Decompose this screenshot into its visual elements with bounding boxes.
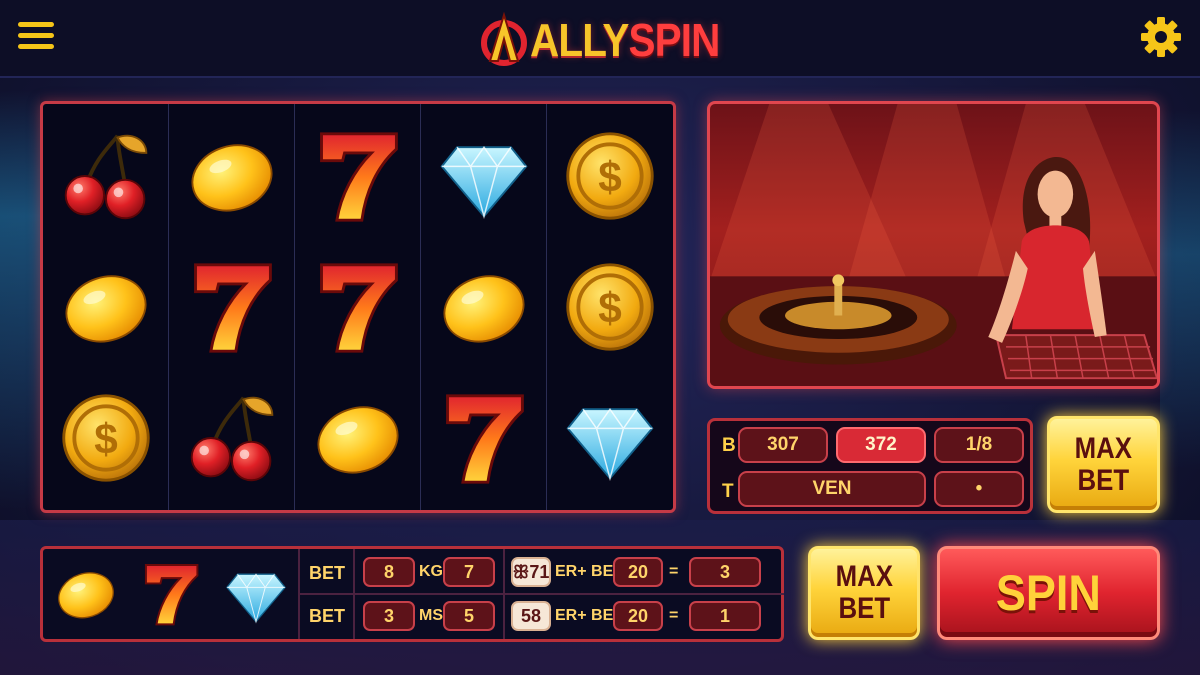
lemon-symbol	[434, 257, 534, 357]
coin-symbol	[560, 257, 660, 357]
reel-1	[43, 104, 169, 510]
paytable-row1-c[interactable]: ꕥ71	[511, 557, 551, 587]
coin-symbol	[56, 388, 156, 488]
paytable-symbols	[43, 549, 298, 639]
reel-5	[547, 104, 673, 510]
spin-button[interactable]: SPIN	[937, 546, 1160, 640]
coin-icon	[562, 128, 658, 224]
max-bet-button[interactable]: MAX BET	[1047, 416, 1160, 513]
spin-button-label: SPIN	[995, 565, 1102, 621]
bet-extra-field[interactable]: •	[934, 471, 1024, 507]
cherry-icon	[58, 128, 154, 224]
bet-value-1[interactable]: 307	[738, 427, 828, 463]
cherry-symbol	[56, 126, 156, 226]
paytable-row2-result[interactable]: 1	[689, 601, 761, 631]
lemon-icon	[184, 128, 280, 224]
paytable-row1-eq: =	[669, 563, 679, 580]
background-neon-left	[0, 90, 40, 510]
diamond-icon	[562, 390, 658, 486]
diamond-symbol	[434, 126, 534, 226]
lemon-icon	[310, 390, 406, 486]
seven-icon	[138, 561, 204, 627]
logo: ALLYSPIN	[478, 10, 745, 70]
seven-icon	[310, 259, 406, 355]
diamond-symbol	[560, 388, 660, 488]
live-dealer-view[interactable]	[707, 101, 1160, 389]
row1-label: B	[722, 435, 736, 456]
seven-symbol	[434, 388, 534, 488]
lemon-symbol	[56, 257, 156, 357]
seven-icon	[184, 259, 280, 355]
row2-label: T	[722, 481, 734, 502]
lemon-symbol	[182, 126, 282, 226]
diamond-icon	[223, 561, 289, 627]
bet-value-3[interactable]: 1/8	[934, 427, 1024, 463]
seven-symbol	[308, 257, 408, 357]
slot-reels	[40, 101, 676, 513]
lemon-icon	[436, 259, 532, 355]
paytable-row1-result[interactable]: 3	[689, 557, 761, 587]
paytable-panel: BET 8 KG 7 ꕥ71 ER+ BET 20 = 3 BET 3 MS 5…	[40, 546, 784, 642]
lemon-icon	[58, 259, 154, 355]
logo-text: ALLYSPIN	[530, 14, 720, 66]
paytable-row1-a[interactable]: 8	[363, 557, 415, 587]
paytable-row2-eq: =	[669, 607, 679, 624]
coin-icon	[562, 259, 658, 355]
paytable-row1-label: BET	[309, 563, 345, 583]
cherry-icon	[184, 390, 280, 486]
reel-2	[169, 104, 295, 510]
paytable-row2-d[interactable]: 20	[613, 601, 663, 631]
bet-total-field[interactable]: VEN	[738, 471, 926, 507]
gear-icon[interactable]	[1140, 16, 1182, 58]
hamburger-menu-icon[interactable]	[18, 22, 54, 52]
coin-icon	[58, 390, 154, 486]
lemon-symbol	[308, 388, 408, 488]
bet-value-2[interactable]: 372	[836, 427, 926, 463]
reel-3	[295, 104, 421, 510]
paytable-row2-b[interactable]: 5	[443, 601, 495, 631]
top-bar: ALLYSPIN	[0, 0, 1200, 78]
bet-info-panel: B T 307 372 1/8 VEN •	[707, 418, 1033, 514]
seven-symbol	[308, 126, 408, 226]
cherry-symbol	[182, 388, 282, 488]
paytable-row2-mid: MS	[419, 607, 443, 624]
seven-icon	[436, 390, 532, 486]
coin-symbol	[560, 126, 660, 226]
paytable-row2-label: BET	[309, 606, 345, 626]
max-bet-button-bottom[interactable]: MAX BET	[808, 546, 920, 640]
divider	[298, 593, 784, 595]
seven-symbol	[182, 257, 282, 357]
paytable-row1-b[interactable]: 7	[443, 557, 495, 587]
reel-4	[421, 104, 547, 510]
paytable-row2-a[interactable]: 3	[363, 601, 415, 631]
paytable-row1-mid: KG	[419, 563, 443, 580]
paytable-row1-d[interactable]: 20	[613, 557, 663, 587]
logo-mark-icon	[481, 11, 527, 66]
diamond-icon	[436, 128, 532, 224]
lemon-icon	[53, 561, 119, 627]
seven-icon	[310, 128, 406, 224]
background-neon-right	[1160, 110, 1200, 470]
paytable-row2-c[interactable]: 58	[511, 601, 551, 631]
